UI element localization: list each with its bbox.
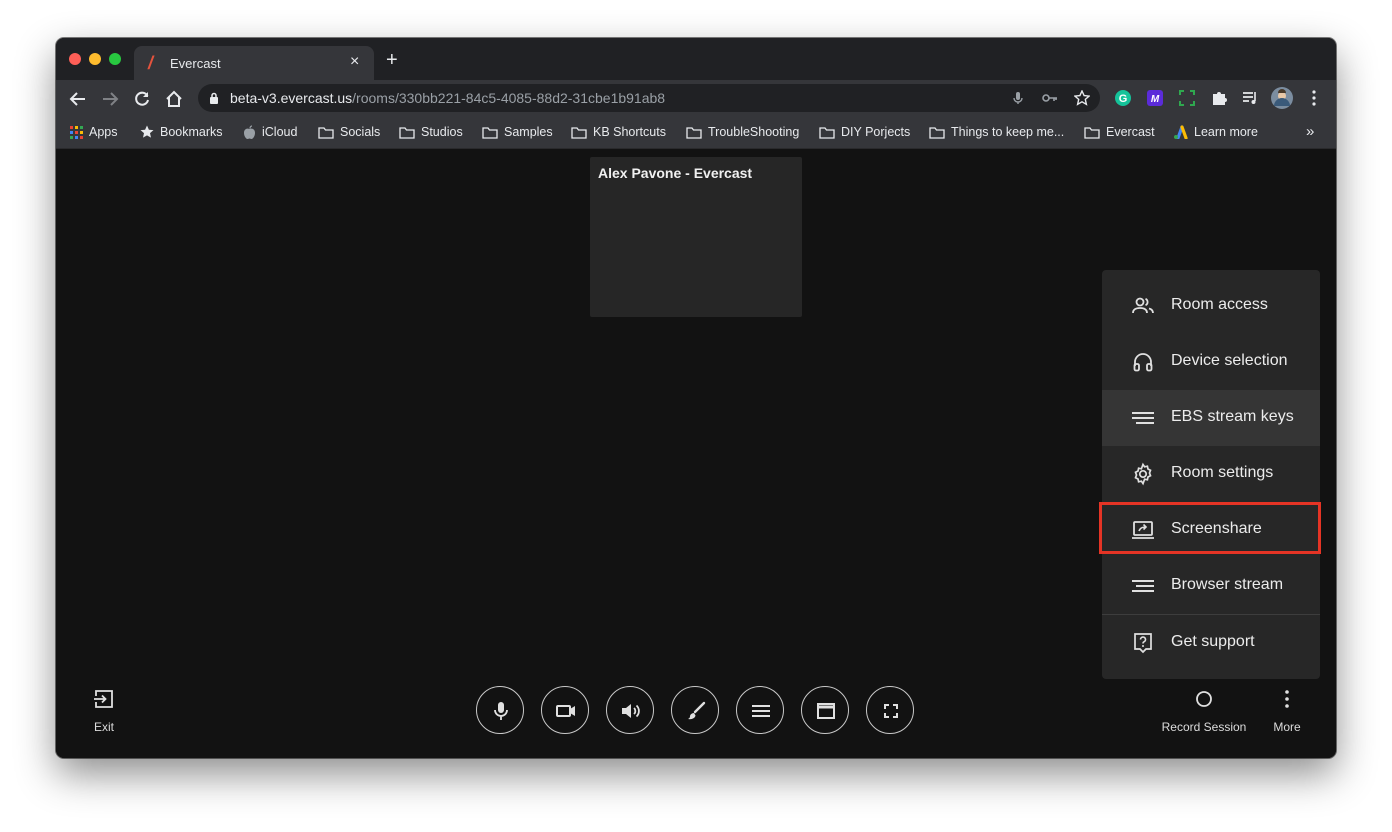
participant-tile[interactable]: Alex Pavone - Evercast — [590, 157, 802, 317]
folder-icon — [571, 126, 587, 139]
url-text[interactable]: beta-v3.evercast.us/rooms/330bb221-84c5-… — [230, 90, 665, 106]
apps-grid-icon — [70, 125, 83, 139]
forward-icon[interactable] — [101, 90, 119, 108]
folder-icon — [929, 126, 945, 139]
help-icon — [1134, 633, 1152, 654]
bookmark-folder-studios[interactable]: Studios — [399, 124, 463, 140]
lines-icon — [1132, 580, 1154, 592]
bookmark-learn-more[interactable]: Learn more — [1173, 124, 1258, 140]
camera-button[interactable] — [541, 686, 589, 734]
bookmark-folder-kb-shortcuts[interactable]: KB Shortcuts — [571, 124, 666, 140]
speaker-icon — [622, 704, 640, 718]
media-playlist-icon[interactable] — [1241, 89, 1259, 107]
window-icon — [817, 703, 835, 719]
menu-item-get-support[interactable]: Get support — [1102, 615, 1320, 671]
gear-icon — [1134, 462, 1152, 486]
new-tab-button[interactable]: + — [386, 50, 398, 70]
record-session-label: Record Session — [1161, 720, 1247, 734]
folder-icon — [686, 126, 702, 139]
lines-icon — [1132, 412, 1154, 424]
fullscreen-button[interactable] — [866, 686, 914, 734]
exit-button[interactable]: Exit — [86, 689, 122, 734]
draw-button[interactable] — [671, 686, 719, 734]
bookmark-bookmarks[interactable]: Bookmarks — [140, 124, 223, 140]
more-button[interactable]: More — [1267, 689, 1307, 734]
evercast-room: Alex Pavone - Evercast Room access Devic… — [56, 149, 1336, 758]
more-vertical-icon — [1285, 690, 1289, 708]
apple-icon — [244, 124, 255, 139]
bookmark-folder-things[interactable]: Things to keep me... — [929, 124, 1064, 140]
fullscreen-icon — [884, 704, 898, 718]
key-icon[interactable] — [1042, 91, 1058, 105]
google-ads-icon — [1174, 125, 1188, 139]
people-icon — [1132, 297, 1154, 314]
screenshot-extension-icon[interactable] — [1178, 89, 1196, 107]
home-icon[interactable] — [165, 90, 183, 108]
lines-icon — [752, 705, 770, 717]
bookmarks-bar: Apps Bookmarks iCloud Socials Studios Sa… — [56, 117, 1336, 149]
grammarly-icon[interactable]: G — [1114, 89, 1132, 107]
microphone-button[interactable] — [476, 686, 524, 734]
bookmarks-overflow-button[interactable]: » — [1306, 123, 1314, 140]
exit-label: Exit — [93, 720, 114, 734]
evercast-favicon-icon: / — [148, 53, 154, 73]
paintbrush-icon — [688, 701, 706, 720]
menu-item-room-settings[interactable]: Room settings — [1102, 446, 1320, 502]
browser-tab[interactable]: / Evercast × — [134, 46, 374, 80]
browser-window: / Evercast × + beta-v3.evercast.us/rooms… — [56, 38, 1336, 758]
maximize-window-button[interactable] — [109, 53, 121, 65]
folder-icon — [819, 126, 835, 139]
back-icon[interactable] — [69, 90, 87, 108]
record-session-button[interactable]: Record Session — [1154, 689, 1254, 734]
folder-icon — [1084, 126, 1100, 139]
extension-m-icon[interactable]: M — [1146, 89, 1164, 107]
more-menu: Room access Device selection EBS stream … — [1102, 270, 1320, 679]
minimize-window-button[interactable] — [89, 53, 101, 65]
lock-icon — [210, 92, 218, 104]
menu-item-ebs-stream-keys[interactable]: EBS stream keys — [1102, 390, 1320, 446]
speaker-button[interactable] — [606, 686, 654, 734]
stream-menu-button[interactable] — [736, 686, 784, 734]
exit-icon — [94, 690, 113, 708]
star-icon[interactable] — [1074, 90, 1090, 106]
menu-item-browser-stream[interactable]: Browser stream — [1102, 558, 1320, 614]
bookmark-folder-socials[interactable]: Socials — [318, 124, 380, 140]
participant-name: Alex Pavone - Evercast — [598, 165, 753, 181]
tab-title: Evercast — [170, 56, 221, 71]
menu-item-device-selection[interactable]: Device selection — [1102, 334, 1320, 390]
extensions-puzzle-icon[interactable] — [1210, 89, 1228, 107]
record-icon — [1196, 691, 1212, 707]
microphone-icon[interactable] — [1011, 91, 1025, 105]
bookmark-icloud[interactable]: iCloud — [243, 124, 297, 140]
chrome-menu-icon[interactable] — [1307, 89, 1321, 107]
address-bar[interactable]: beta-v3.evercast.us/rooms/330bb221-84c5-… — [198, 84, 1100, 112]
microphone-icon — [494, 702, 508, 720]
bookmark-folder-troubleshooting[interactable]: TroubleShooting — [686, 124, 799, 140]
tab-strip: / Evercast × + — [56, 38, 1336, 80]
tab-close-icon[interactable]: × — [350, 53, 359, 71]
profile-avatar[interactable] — [1271, 87, 1293, 109]
window-button[interactable] — [801, 686, 849, 734]
highlight-box — [1099, 502, 1321, 554]
menu-item-room-access[interactable]: Room access — [1102, 278, 1320, 334]
more-label: More — [1273, 720, 1301, 734]
close-window-button[interactable] — [69, 53, 81, 65]
bookmark-apps[interactable]: Apps — [70, 124, 118, 140]
svg-text:M: M — [1151, 94, 1160, 105]
bookmark-folder-evercast[interactable]: Evercast — [1084, 124, 1155, 140]
star-icon — [140, 125, 154, 138]
browser-toolbar: beta-v3.evercast.us/rooms/330bb221-84c5-… — [56, 80, 1336, 117]
bookmark-folder-samples[interactable]: Samples — [482, 124, 553, 140]
video-camera-icon — [556, 705, 575, 717]
folder-icon — [399, 126, 415, 139]
reload-icon[interactable] — [133, 90, 151, 108]
folder-icon — [318, 126, 334, 139]
bookmark-folder-diy-porjects[interactable]: DIY Porjects — [819, 124, 910, 140]
headphones-icon — [1133, 353, 1153, 372]
folder-icon — [482, 126, 498, 139]
svg-text:G: G — [1119, 93, 1128, 105]
